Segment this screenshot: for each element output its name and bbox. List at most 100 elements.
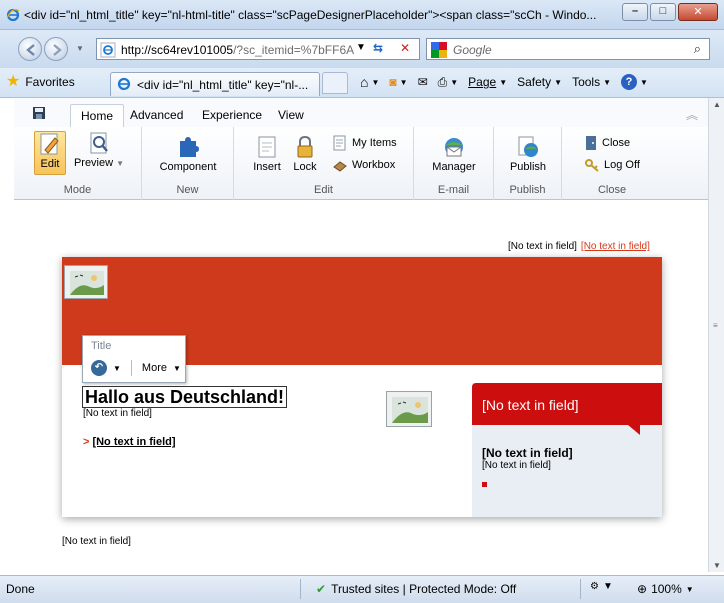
scroll-up-icon[interactable]: ▲ bbox=[713, 100, 721, 109]
heading-subtext[interactable]: [No text in field] bbox=[83, 408, 152, 419]
banner-image-placeholder[interactable] bbox=[64, 265, 108, 299]
security-zone-label: Trusted sites | Protected Mode: Off bbox=[331, 582, 517, 596]
tab-view[interactable]: View bbox=[268, 104, 314, 128]
navigate-icon[interactable]: ↶ bbox=[91, 360, 107, 376]
group-mode: Edit Preview ▼ Mode bbox=[14, 127, 142, 200]
toolbar-separator bbox=[130, 360, 132, 376]
minimize-button[interactable]: – bbox=[622, 3, 648, 21]
search-icon[interactable]: ⌕ bbox=[694, 41, 701, 57]
tab-ie-icon bbox=[117, 77, 131, 91]
zone-settings[interactable]: ⚙ ▼ bbox=[590, 581, 613, 592]
my-items-label: My Items bbox=[352, 137, 397, 149]
insert-page-icon bbox=[258, 136, 276, 158]
sidebar-bullet-icon bbox=[482, 482, 487, 487]
group-label-mode: Mode bbox=[63, 184, 92, 196]
scroll-grip-icon[interactable]: ≡ bbox=[713, 322, 720, 330]
history-dropdown-icon[interactable]: ▼ bbox=[76, 44, 84, 53]
group-label-publish: Publish bbox=[509, 184, 546, 196]
tools-menu[interactable]: Tools ▼ bbox=[572, 75, 611, 89]
collapse-ribbon-icon[interactable]: ︽ bbox=[686, 106, 698, 123]
new-tab-button[interactable] bbox=[322, 72, 348, 94]
checkmark-icon: ✔ bbox=[316, 582, 327, 596]
navigate-dropdown-icon[interactable]: ▼ bbox=[113, 364, 121, 373]
more-button[interactable]: More bbox=[142, 362, 167, 374]
workbox-button[interactable]: Workbox bbox=[332, 157, 395, 173]
page-menu[interactable]: Page ▼ bbox=[468, 75, 507, 89]
security-zone[interactable]: ✔ Trusted sites | Protected Mode: Off bbox=[316, 582, 516, 596]
feeds-button[interactable]: ◙ ▼ bbox=[389, 75, 407, 89]
stop-icon[interactable]: ✕ bbox=[400, 41, 410, 55]
group-label-close: Close bbox=[597, 184, 627, 196]
chevron-right-icon: > bbox=[83, 436, 90, 448]
more-dropdown-icon[interactable]: ▼ bbox=[173, 364, 181, 373]
address-bar[interactable]: http://sc64rev101005/?sc_itemid=%7bFF6A … bbox=[96, 38, 420, 60]
zoom-control[interactable]: ⊕ 100% ▼ bbox=[637, 582, 694, 596]
close-editor-button[interactable]: Close bbox=[584, 135, 630, 151]
print-button[interactable]: ⎙ ▼ bbox=[438, 75, 459, 90]
tab-experience[interactable]: Experience bbox=[192, 104, 272, 128]
title-bar: <div id="nl_html_title" key="nl-html-tit… bbox=[0, 0, 724, 30]
ie-page-icon bbox=[100, 42, 116, 58]
favorites-star-icon: ★ bbox=[6, 73, 21, 90]
top-field-text[interactable]: [No text in field] bbox=[508, 241, 577, 252]
sidebar-header[interactable]: [No text in field] bbox=[472, 383, 662, 425]
my-items-icon bbox=[333, 135, 346, 151]
search-placeholder: Google bbox=[453, 43, 492, 57]
tab-home[interactable]: Home bbox=[70, 104, 125, 128]
address-dropdown-icon[interactable]: ▼ bbox=[356, 42, 366, 53]
mail-button[interactable]: ✉ bbox=[418, 75, 428, 89]
tab-advanced[interactable]: Advanced bbox=[120, 104, 193, 128]
top-field-link[interactable]: [No text in field] bbox=[581, 241, 650, 252]
vertical-scrollbar[interactable]: ▲ ≡ ▼ bbox=[708, 98, 724, 572]
back-button[interactable] bbox=[18, 37, 42, 61]
preview-label: Preview ▼ bbox=[72, 157, 126, 169]
sidebar-text[interactable]: [No text in field] bbox=[482, 460, 551, 471]
page-heading[interactable]: Hallo aus Deutschland! bbox=[82, 386, 288, 408]
mail-icon: ✉ bbox=[417, 75, 428, 89]
search-box[interactable]: Google ⌕ bbox=[426, 38, 710, 60]
zoom-level: 100% bbox=[651, 582, 682, 596]
edit-mode-button[interactable]: Edit bbox=[34, 131, 66, 175]
lock-button[interactable]: Lock bbox=[290, 135, 320, 173]
command-bar: ⌂ ▼ ◙ ▼ ✉ ⎙ ▼ Page ▼ Safety ▼ Tools ▼ ? ▼ bbox=[360, 74, 648, 90]
group-new: Component New bbox=[142, 127, 234, 200]
forward-arrow-icon bbox=[53, 44, 62, 56]
my-items-button[interactable]: My Items bbox=[332, 135, 397, 151]
content-image-placeholder[interactable] bbox=[386, 391, 432, 427]
workbox-icon bbox=[333, 161, 347, 172]
close-label: Close bbox=[602, 137, 631, 149]
footer-field[interactable]: [No text in field] bbox=[62, 536, 131, 547]
help-menu[interactable]: ? ▼ bbox=[621, 74, 648, 90]
scroll-down-icon[interactable]: ▼ bbox=[713, 561, 721, 570]
home-button[interactable]: ⌂ ▼ bbox=[360, 74, 379, 90]
email-manager-button[interactable]: Manager bbox=[428, 135, 480, 173]
insert-label: Insert bbox=[253, 161, 281, 173]
title-panel-label: Title bbox=[91, 340, 112, 352]
close-icon: ✕ bbox=[693, 6, 703, 18]
close-window-button[interactable]: ✕ bbox=[678, 3, 718, 21]
log-off-key-icon bbox=[585, 159, 599, 172]
safety-menu[interactable]: Safety ▼ bbox=[517, 75, 562, 89]
forward-button[interactable] bbox=[44, 37, 68, 61]
publish-globe-icon bbox=[518, 136, 538, 157]
refresh-icon[interactable]: ⇆ bbox=[373, 41, 383, 55]
url-path: /?sc_itemid=%7bFF6A bbox=[233, 43, 355, 57]
favorites-label: Favorites bbox=[25, 75, 75, 89]
status-text: Done bbox=[6, 582, 35, 596]
maximize-button[interactable]: □ bbox=[650, 3, 676, 21]
log-off-button[interactable]: Log Off bbox=[584, 157, 640, 173]
home-icon: ⌂ bbox=[360, 74, 369, 90]
workbox-label: Workbox bbox=[352, 159, 396, 171]
sidebar-title[interactable]: [No text in field] bbox=[482, 446, 573, 460]
tools-menu-label: Tools bbox=[572, 75, 601, 89]
insert-button[interactable]: Insert bbox=[250, 135, 284, 173]
preview-button[interactable]: Preview ▼ bbox=[72, 131, 126, 175]
publish-button[interactable]: Publish bbox=[506, 135, 550, 173]
more-link[interactable]: > [No text in field] bbox=[83, 436, 176, 448]
browser-tab[interactable]: <div id="nl_html_title" key="nl-... bbox=[110, 72, 320, 96]
favorites-button[interactable]: ★ Favorites bbox=[6, 74, 75, 90]
print-icon: ⎙ bbox=[437, 74, 448, 89]
log-off-label: Log Off bbox=[604, 159, 640, 171]
save-icon[interactable] bbox=[32, 106, 46, 120]
component-button[interactable]: Component bbox=[156, 135, 220, 173]
